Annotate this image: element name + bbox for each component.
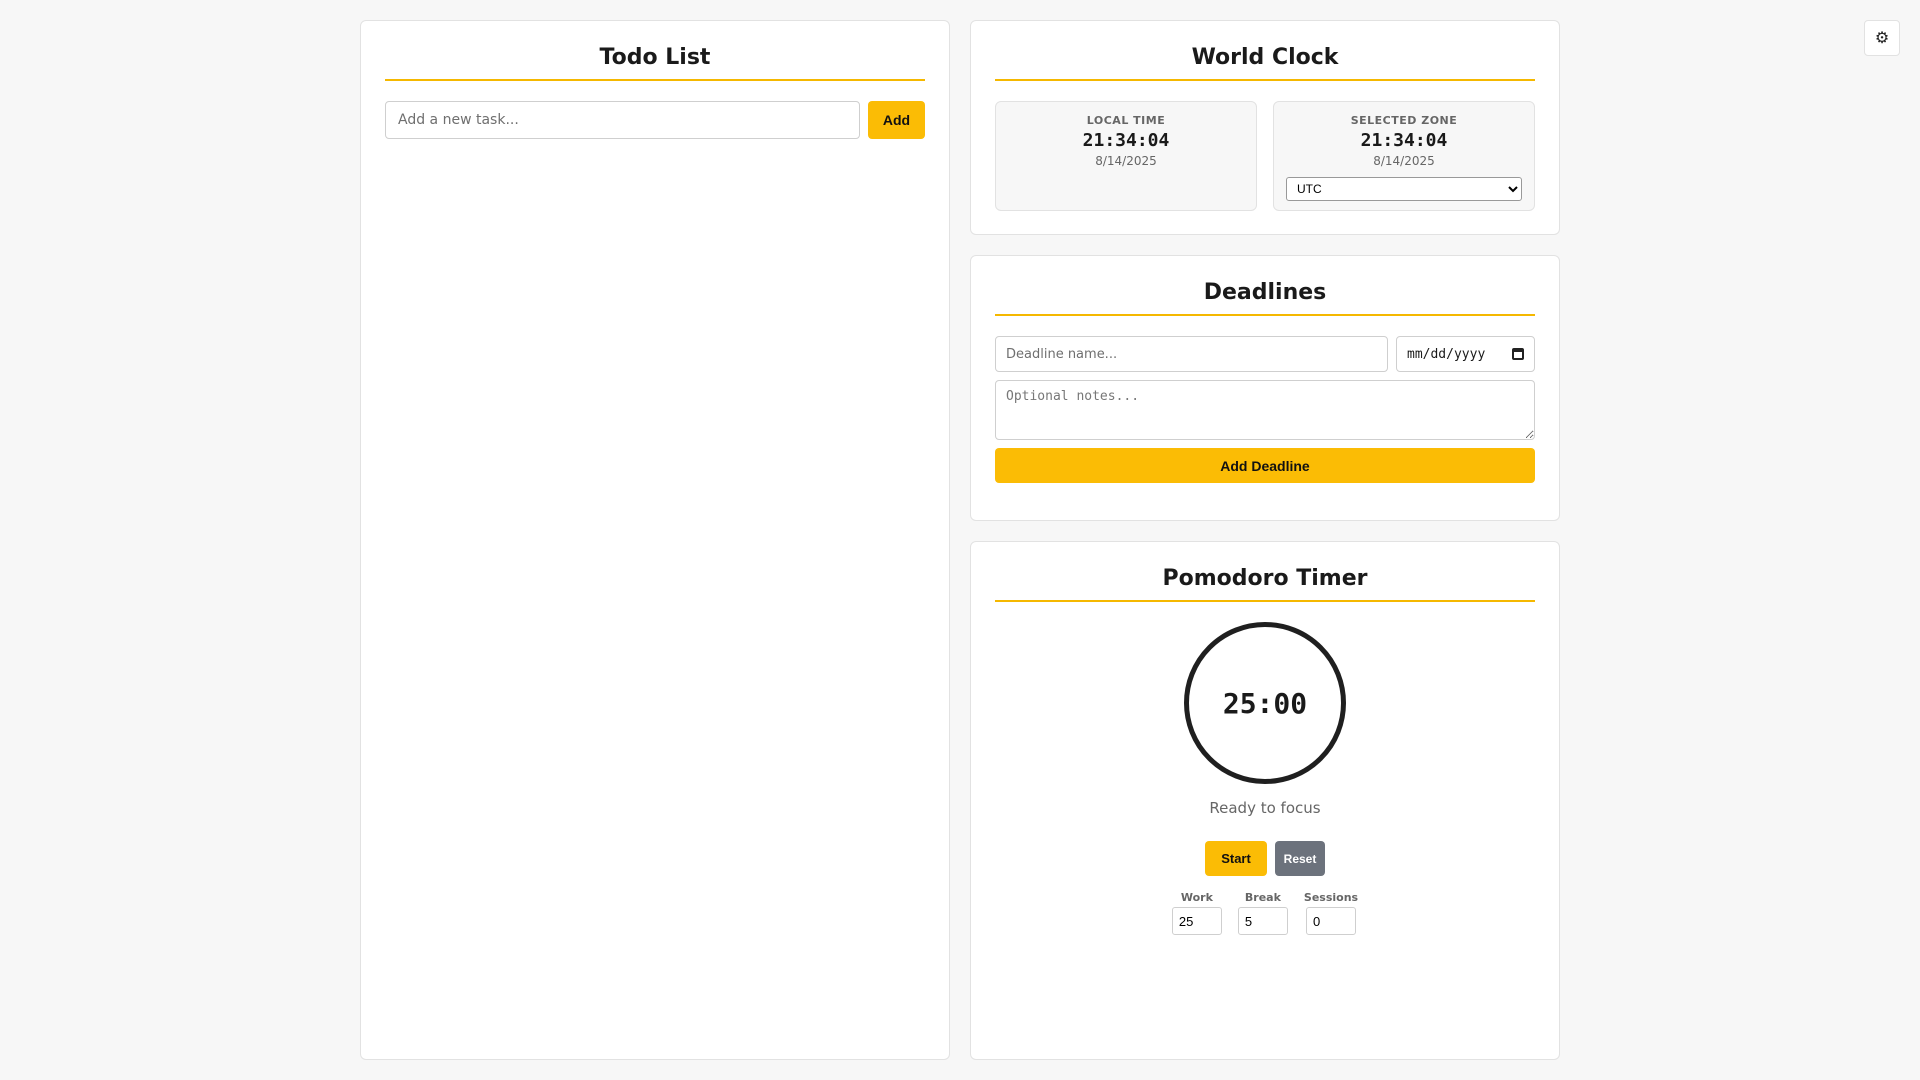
todo-input-row: Add [385,101,925,139]
sessions-setting: Sessions [1304,891,1358,935]
pomodoro-time-display: 25:00 [1222,686,1308,720]
local-time-label: LOCAL TIME [1086,114,1166,127]
work-setting: Work [1171,891,1222,935]
pomodoro-status: Ready to focus [1209,799,1321,817]
world-clock-panel: World Clock LOCAL TIME 21:34:04 8/14/202… [970,20,1560,235]
break-setting: Break [1237,891,1288,935]
world-clock-title: World Clock [995,21,1535,81]
todo-input[interactable] [385,101,860,139]
local-time-card: LOCAL TIME 21:34:04 8/14/2025 [995,101,1257,211]
pomodoro-panel: Pomodoro Timer 25:00 Ready to focus Star… [970,541,1560,1060]
deadlines-title: Deadlines [995,256,1535,316]
selected-zone-label: SELECTED ZONE [1350,114,1458,127]
local-date-value: 8/14/2025 [1095,154,1157,168]
settings-button[interactable]: ⚙ [1864,20,1900,56]
deadline-name-input[interactable] [995,336,1388,372]
todo-title: Todo List [385,21,925,81]
pomodoro-title: Pomodoro Timer [995,542,1535,602]
work-label: Work [1180,891,1213,904]
deadline-date-input[interactable]: mm/dd/yyyy [1396,336,1535,372]
local-time-value: 21:34:04 [1082,130,1170,151]
selected-zone-time: 21:34:04 [1360,130,1448,151]
break-minutes-input[interactable] [1237,907,1288,935]
deadline-input-row: mm/dd/yyyy [995,336,1535,372]
gear-icon: ⚙ [1874,30,1890,47]
deadlines-panel: Deadlines mm/dd/yyyy Add Deadline [970,255,1560,521]
break-label: Break [1244,891,1281,904]
pomodoro-controls: Start Reset [995,841,1535,876]
todo-panel: Todo List Add [360,20,950,1060]
reset-button[interactable]: Reset [1275,841,1325,876]
work-minutes-input[interactable] [1171,907,1222,935]
deadline-date-placeholder: mm/dd/yyyy [1407,346,1486,362]
pomodoro-timer-ring: 25:00 [1184,622,1346,784]
add-deadline-button[interactable]: Add Deadline [995,448,1535,483]
pomodoro-settings: Work Break Sessions [995,891,1535,935]
calendar-icon[interactable] [1512,348,1524,360]
sessions-label: Sessions [1303,891,1359,904]
clock-row: LOCAL TIME 21:34:04 8/14/2025 SELECTED Z… [995,101,1535,211]
selected-zone-date: 8/14/2025 [1373,154,1435,168]
deadline-notes-input[interactable] [995,380,1535,440]
sessions-input[interactable] [1306,907,1356,935]
timezone-select[interactable]: UTC [1286,177,1522,201]
start-button[interactable]: Start [1205,841,1267,876]
add-task-button[interactable]: Add [868,101,925,139]
selected-zone-card: SELECTED ZONE 21:34:04 8/14/2025 UTC [1273,101,1535,211]
